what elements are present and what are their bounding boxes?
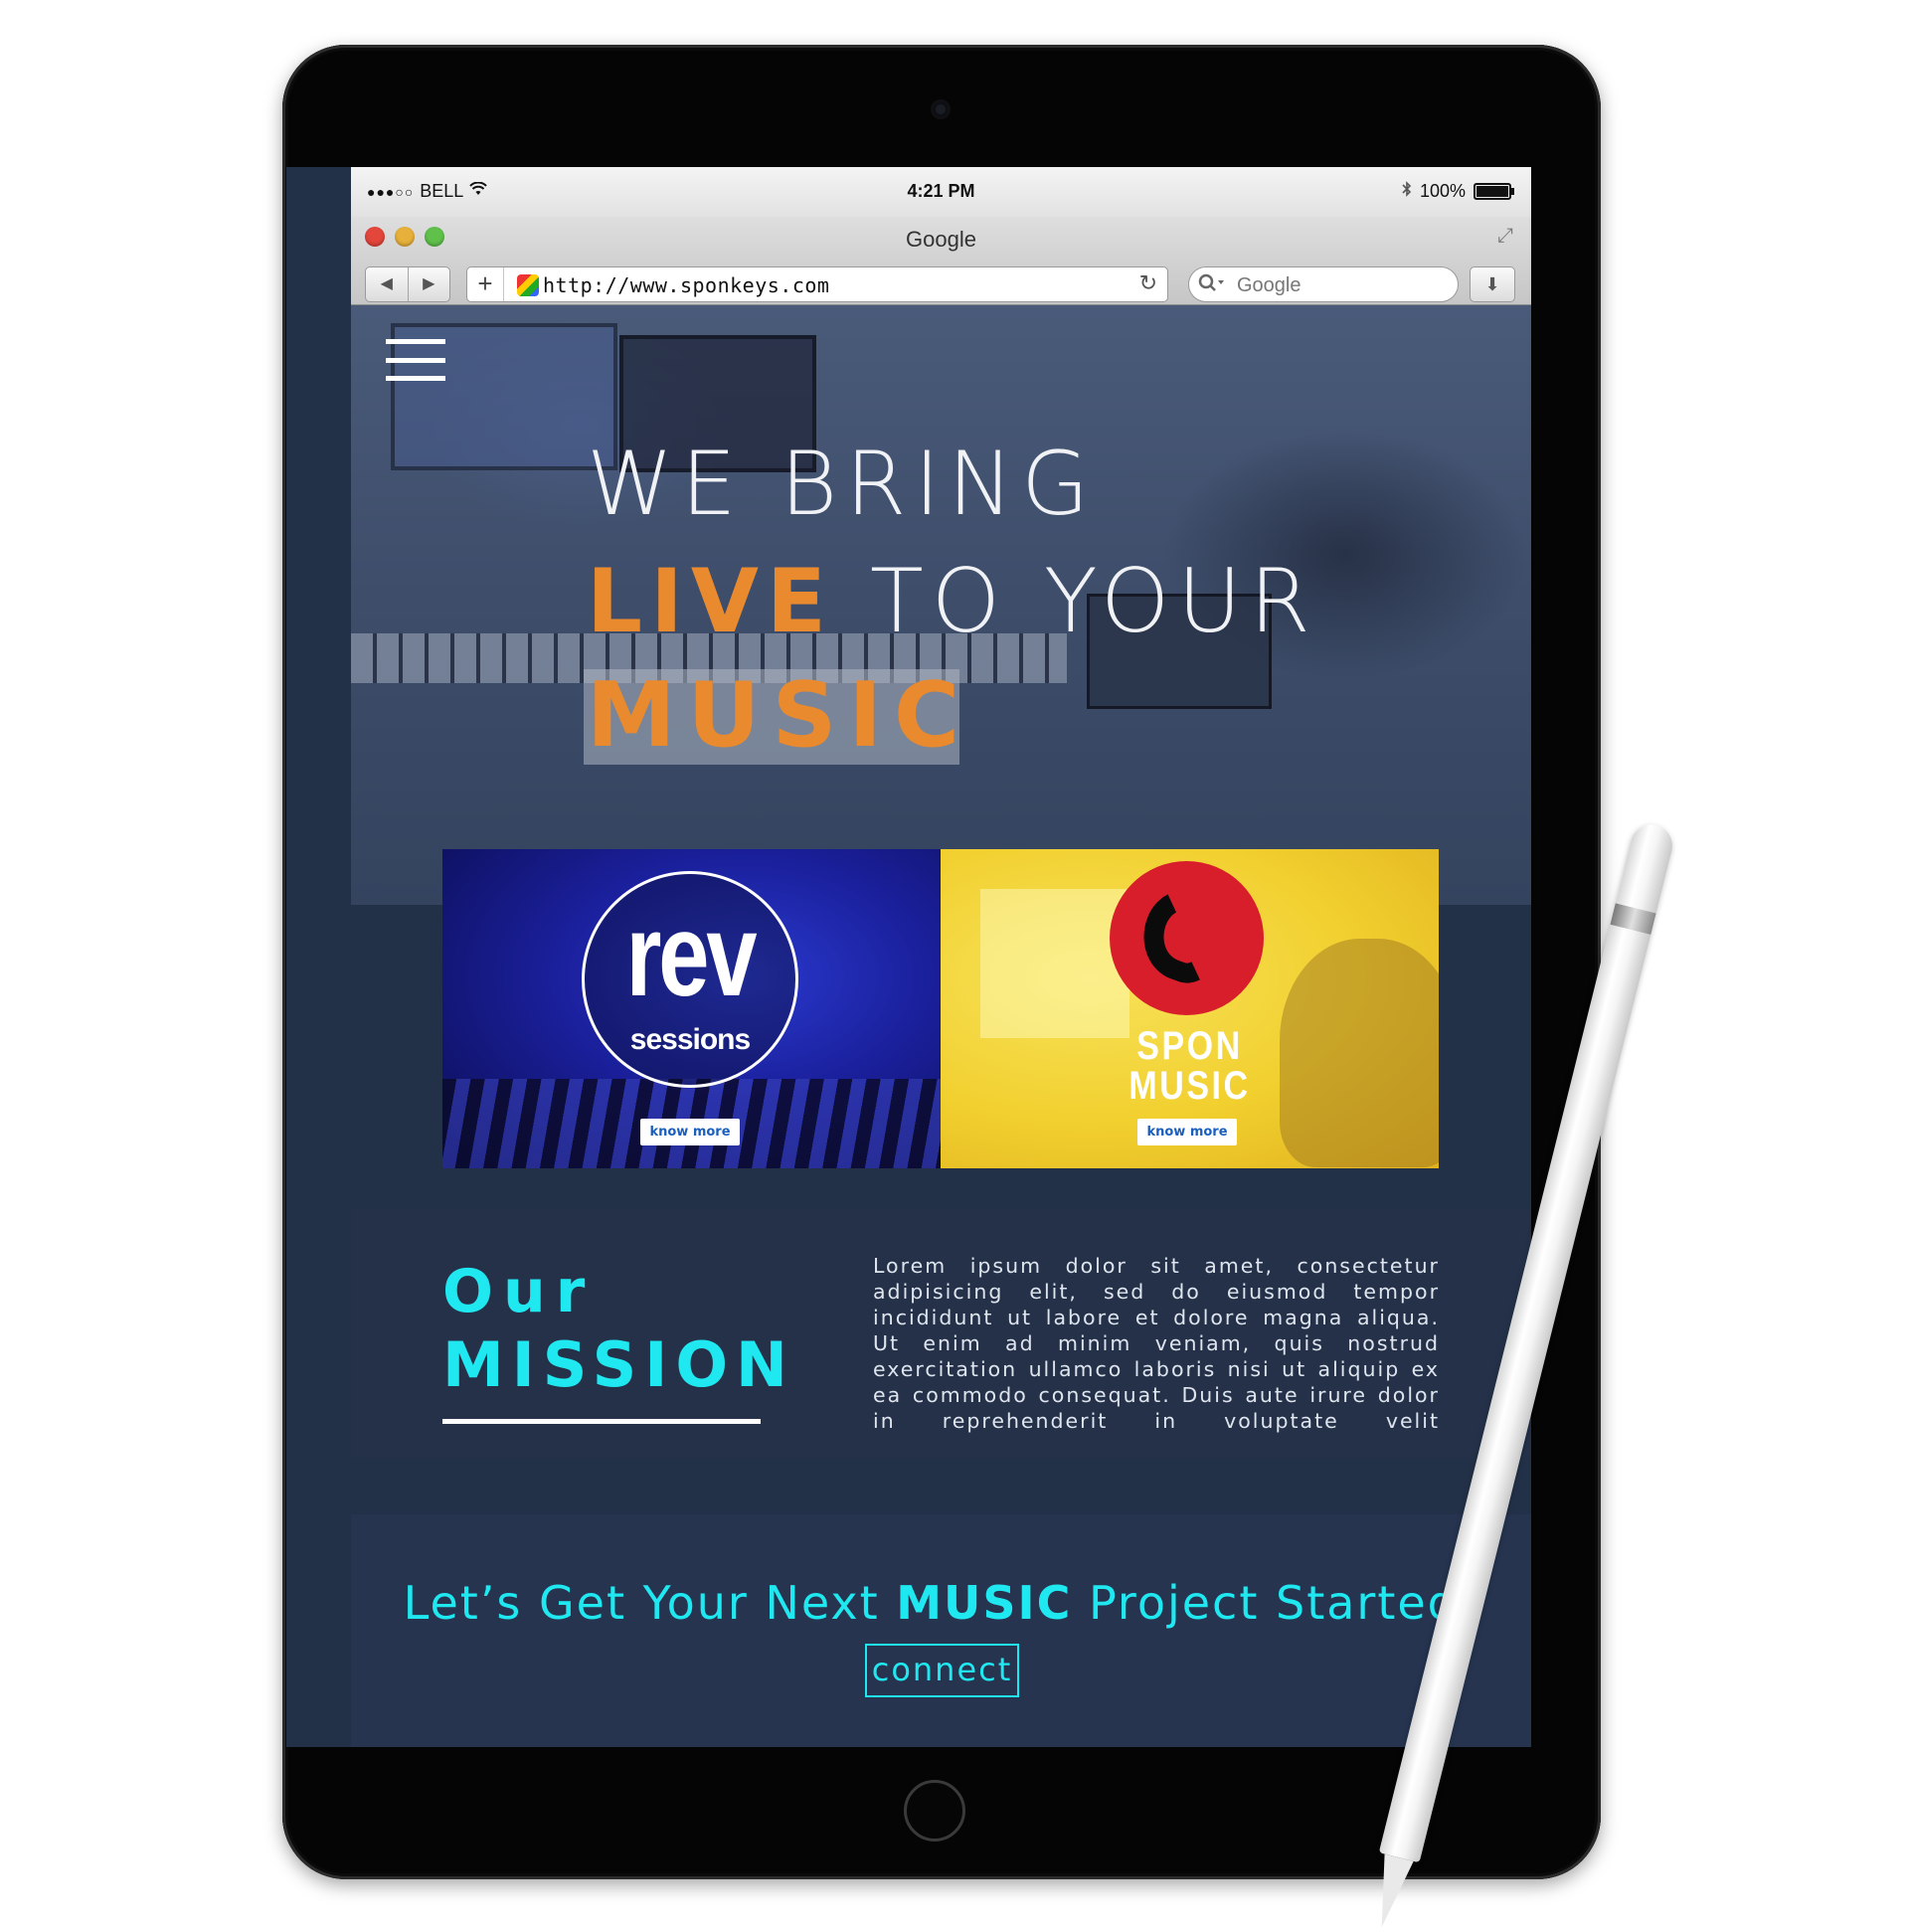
spon-logo-line1: SPON — [1136, 1024, 1243, 1068]
reload-button[interactable]: ↻ — [1139, 270, 1157, 296]
rev-logo-text: rev — [625, 890, 758, 1021]
mission-title-small: Our — [442, 1257, 596, 1326]
spon-know-more-button[interactable]: know more — [1137, 1119, 1237, 1145]
spon-music-logo-text: SPON MUSIC — [978, 1026, 1402, 1106]
home-button[interactable] — [904, 1780, 965, 1842]
hero-headline-music: MUSIC — [587, 663, 971, 768]
window-title: Google — [906, 227, 976, 252]
battery-percent: 100% — [1419, 181, 1466, 201]
hamburger-menu-icon[interactable] — [386, 339, 445, 381]
hero-headline-line1: WE BRING — [587, 433, 1098, 535]
rev-know-more-button[interactable]: know more — [640, 1119, 740, 1145]
cta-headline-bold: MUSIC — [896, 1576, 1073, 1630]
hero-section: WE BRING LIVE TO YOUR MUSIC — [351, 305, 1531, 905]
hero-headline-line2: LIVE TO YOUR — [587, 550, 1318, 652]
new-tab-button[interactable]: + — [467, 267, 504, 301]
cta-headline-pre: Let’s Get Your Next — [403, 1576, 897, 1630]
forward-button[interactable]: ▶ — [407, 267, 450, 301]
spon-music-card[interactable]: SPON MUSIC know more — [941, 849, 1439, 1168]
mission-body: Lorem ipsum dolor sit amet, consectetur … — [873, 1254, 1440, 1433]
search-field[interactable]: Google — [1188, 266, 1459, 302]
rev-logo-subtext: sessions — [629, 1023, 751, 1056]
rev-sessions-card[interactable]: rev sessions know more — [442, 849, 941, 1168]
brand-cards: rev sessions know more SPON MUSIC know m… — [442, 849, 1439, 1168]
bluetooth-icon — [1402, 181, 1412, 202]
pencil-band — [1610, 903, 1656, 935]
hero-headline-rest: TO YOUR — [834, 550, 1318, 652]
address-bar[interactable]: + http://www.sponkeys.com ↻ — [466, 266, 1168, 302]
spon-logo-line2: MUSIC — [1128, 1064, 1251, 1108]
search-placeholder: Google — [1237, 274, 1302, 296]
status-bar: ●●●○○ BELL 4:21 PM 100% — [351, 167, 1531, 217]
mission-section: Our MISSION Lorem ipsum dolor sit amet, … — [351, 1209, 1531, 1458]
history-nav: ◀ ▶ — [365, 266, 450, 302]
site-favicon-icon — [517, 274, 539, 296]
search-icon — [1197, 272, 1227, 300]
card-bg-screen — [980, 889, 1129, 1038]
mission-underline — [442, 1419, 761, 1424]
browser-screen: ●●●○○ BELL 4:21 PM 100% Google ⤢ ◀ ▶ + h… — [351, 167, 1531, 1747]
connect-button[interactable]: connect — [865, 1644, 1019, 1697]
cta-section: Let’s Get Your Next MUSIC Project Starte… — [351, 1514, 1531, 1747]
battery-icon — [1474, 183, 1514, 200]
mission-title: MISSION — [442, 1328, 795, 1401]
fullscreen-icon[interactable]: ⤢ — [1497, 225, 1513, 248]
cta-headline: Let’s Get Your Next MUSIC Project Starte… — [351, 1576, 1531, 1630]
spon-music-logo-icon — [1110, 861, 1264, 1015]
downloads-button[interactable]: ⬇ — [1470, 266, 1515, 302]
rev-sessions-logo: rev sessions — [582, 871, 798, 1088]
front-camera — [933, 101, 949, 117]
browser-toolbar: Google ⤢ ◀ ▶ + http://www.sponkeys.com ↻… — [351, 217, 1531, 305]
hero-highlight-live: LIVE — [587, 550, 835, 652]
back-button[interactable]: ◀ — [366, 267, 408, 301]
cta-headline-post: Project Started! — [1072, 1576, 1479, 1630]
battery-level — [1476, 186, 1508, 197]
clock: 4:21 PM — [907, 181, 975, 201]
url-text[interactable]: http://www.sponkeys.com — [543, 273, 829, 297]
